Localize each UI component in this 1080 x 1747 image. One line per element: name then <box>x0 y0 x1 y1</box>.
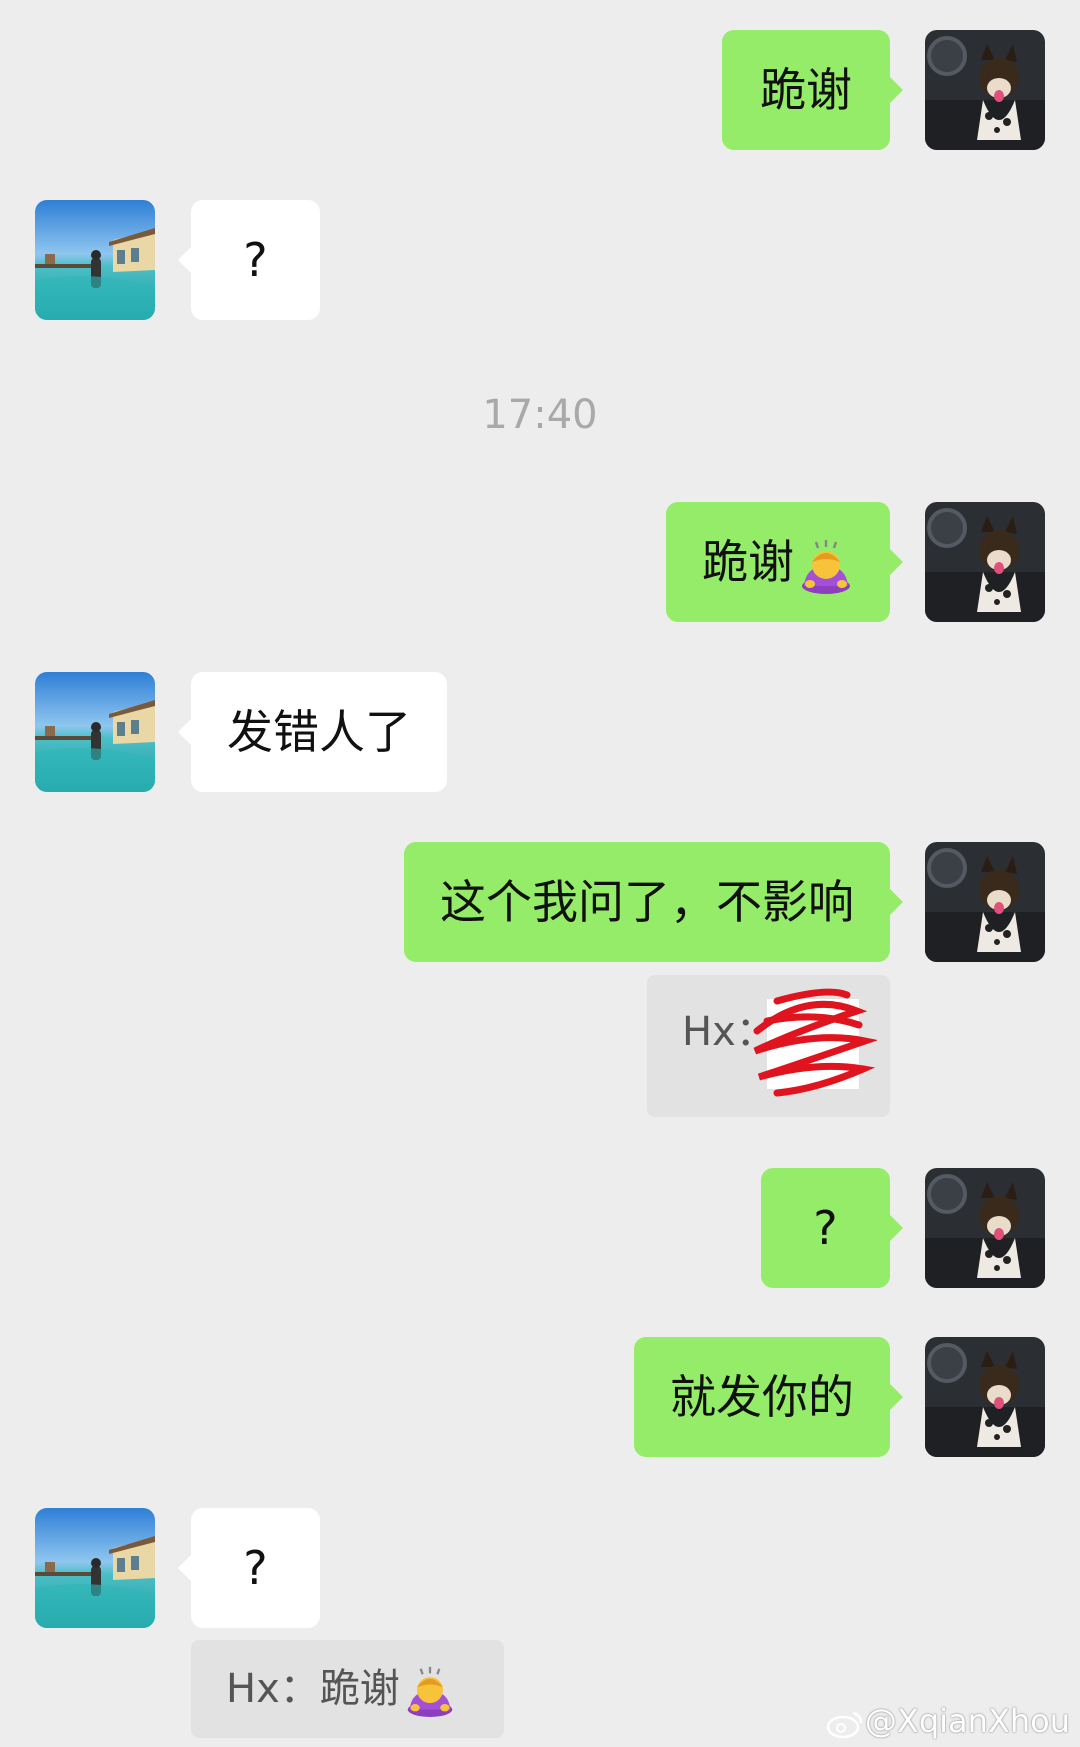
quoted-message[interactable]: Hx： <box>647 975 890 1117</box>
contact-avatar[interactable] <box>35 1508 155 1628</box>
contact-avatar[interactable] <box>35 200 155 320</box>
received-message-bubble[interactable]: ? <box>178 1508 320 1628</box>
message-text: 这个我问了，不影响 <box>440 875 854 929</box>
sent-message-bubble[interactable]: 这个我问了，不影响 <box>404 842 903 962</box>
person-bowing-icon <box>798 538 854 594</box>
message-text: 就发你的 <box>670 1370 854 1424</box>
message-text: ? <box>243 233 268 287</box>
weibo-logo-icon <box>826 1711 863 1739</box>
quote-text: 跪谢 <box>319 1666 400 1712</box>
watermark: @XqianXhou <box>825 1702 1070 1740</box>
received-message-bubble[interactable]: 发错人了 <box>178 672 447 792</box>
my-avatar[interactable] <box>925 30 1045 150</box>
my-avatar[interactable] <box>925 842 1045 962</box>
my-avatar[interactable] <box>925 502 1045 622</box>
message-text: 跪谢 <box>702 535 794 589</box>
person-bowing-icon <box>404 1665 456 1717</box>
contact-avatar[interactable] <box>35 672 155 792</box>
my-avatar[interactable] <box>925 1337 1045 1457</box>
received-message-bubble[interactable]: ? <box>178 200 320 320</box>
sent-message-bubble[interactable]: 跪谢 <box>666 502 903 622</box>
sent-message-bubble[interactable]: 就发你的 <box>634 1337 903 1457</box>
message-text: ? <box>813 1201 838 1255</box>
quote-sender: Hx： <box>226 1666 320 1712</box>
watermark-text: @XqianXhou <box>864 1702 1070 1740</box>
sent-message-bubble[interactable]: 跪谢 <box>722 30 903 150</box>
time-divider: 17:40 <box>482 392 598 438</box>
message-text: ? <box>243 1541 268 1595</box>
message-text: 跪谢 <box>760 63 852 117</box>
quoted-message[interactable]: Hx：跪谢 <box>191 1640 504 1738</box>
sent-message-bubble[interactable]: ? <box>761 1168 903 1288</box>
my-avatar[interactable] <box>925 1168 1045 1288</box>
redacted-image-icon <box>753 988 877 1097</box>
message-text: 发错人了 <box>227 705 411 759</box>
